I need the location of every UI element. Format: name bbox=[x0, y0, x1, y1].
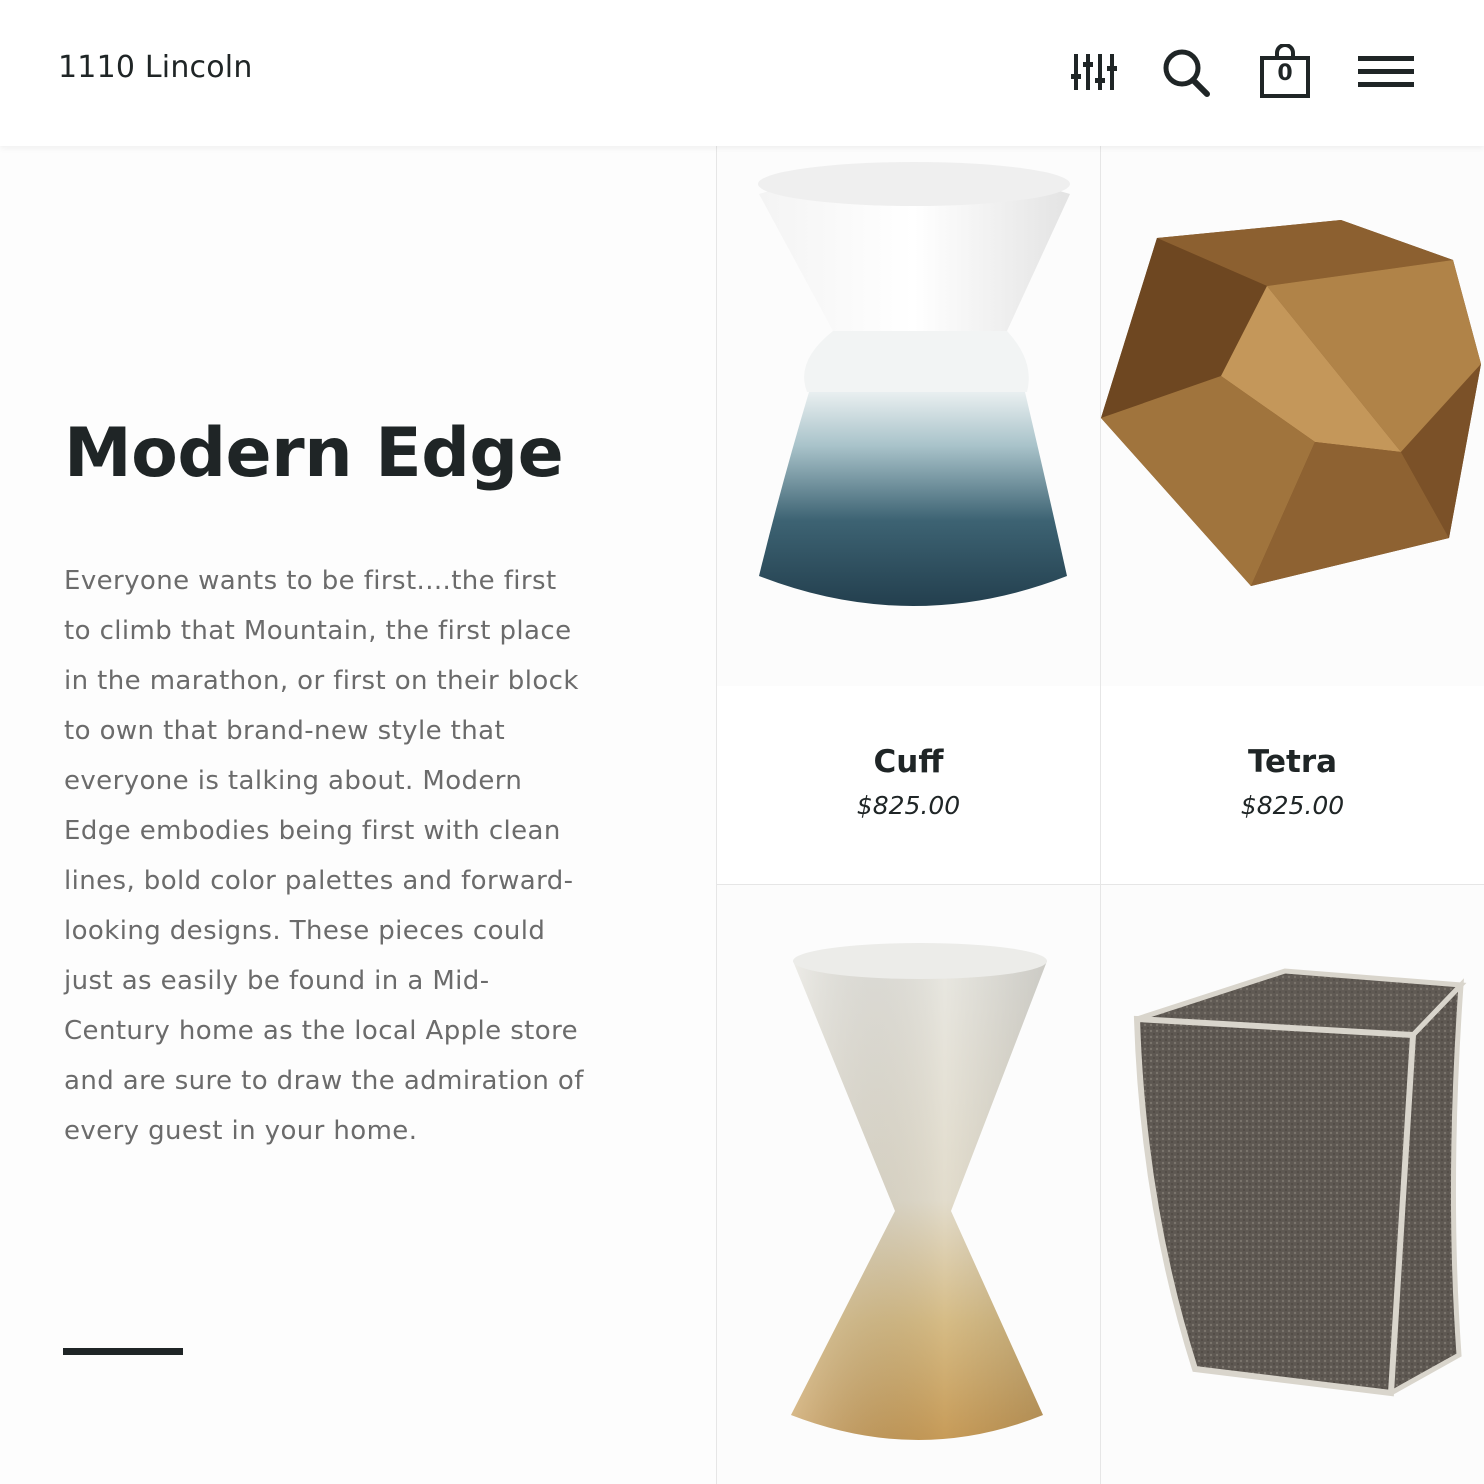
menu-button[interactable] bbox=[1354, 44, 1418, 100]
product-image[interactable] bbox=[717, 146, 1100, 686]
collection-intro: Modern Edge Everyone wants to be first..… bbox=[0, 146, 716, 1484]
product-card[interactable] bbox=[1100, 885, 1484, 1484]
product-image[interactable] bbox=[1101, 146, 1484, 686]
product-price: $825.00 bbox=[1240, 791, 1345, 820]
product-card[interactable]: Cuff $825.00 bbox=[716, 146, 1100, 885]
product-grid: Cuff $825.00 Tetra $825.00 bbox=[716, 146, 1484, 1484]
filter-sliders-icon bbox=[1071, 54, 1117, 90]
cart-button[interactable]: 0 bbox=[1256, 44, 1314, 100]
search-icon bbox=[1163, 49, 1210, 97]
site-header: 1110 Lincoln 0 bbox=[0, 0, 1484, 146]
product-card[interactable] bbox=[716, 885, 1100, 1484]
product-image[interactable] bbox=[1101, 885, 1484, 1484]
search-button[interactable] bbox=[1158, 44, 1214, 100]
brand-logo[interactable]: 1110 Lincoln bbox=[58, 50, 253, 85]
hamburger-menu-icon bbox=[1358, 56, 1414, 87]
collection-title: Modern Edge bbox=[64, 414, 564, 493]
product-name[interactable]: Cuff bbox=[717, 744, 1100, 780]
collection-description: Everyone wants to be first....the first … bbox=[64, 566, 584, 1146]
filter-button[interactable] bbox=[1064, 44, 1124, 100]
product-name[interactable]: Tetra bbox=[1101, 744, 1484, 780]
product-card[interactable]: Tetra $825.00 bbox=[1100, 146, 1484, 885]
divider-rule bbox=[63, 1348, 183, 1355]
product-price: $825.00 bbox=[856, 791, 961, 820]
product-image[interactable] bbox=[717, 885, 1100, 1484]
cart-count-badge: 0 bbox=[1277, 61, 1293, 86]
